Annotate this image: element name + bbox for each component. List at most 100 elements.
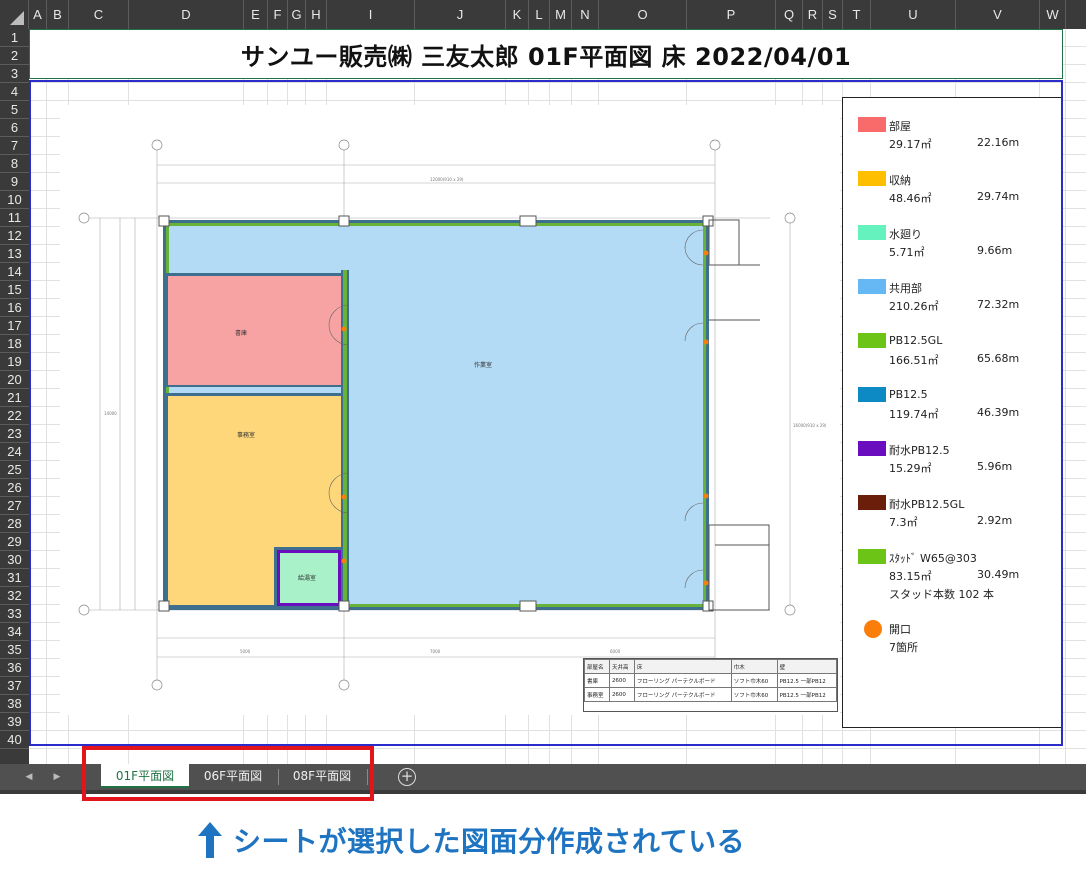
- legend-name: 水廻り: [889, 228, 922, 241]
- row-header-28[interactable]: 28: [0, 515, 29, 533]
- grid-line: [1065, 29, 1066, 764]
- legend-name: PB12.5GL: [889, 334, 943, 347]
- row-header-31[interactable]: 31: [0, 569, 29, 587]
- legend-swatch: [858, 441, 886, 456]
- column-header-w[interactable]: W: [1040, 0, 1066, 29]
- column-header-v[interactable]: V: [956, 0, 1040, 29]
- row-header-22[interactable]: 22: [0, 407, 29, 425]
- room-archive: [168, 276, 341, 385]
- row-header-20[interactable]: 20: [0, 371, 29, 389]
- next-sheet-icon[interactable]: ▶: [46, 764, 68, 790]
- floor-plan-drawing[interactable]: 12000(910 x 29) 5000 7000 6000 16000(910…: [60, 105, 840, 715]
- column-header-r[interactable]: R: [803, 0, 823, 29]
- row-header-26[interactable]: 26: [0, 479, 29, 497]
- column-header-n[interactable]: N: [572, 0, 599, 29]
- column-header-b[interactable]: B: [47, 0, 69, 29]
- row-header-4[interactable]: 4: [0, 83, 29, 101]
- row-header-18[interactable]: 18: [0, 335, 29, 353]
- column-header-t[interactable]: T: [843, 0, 871, 29]
- legend-area: 83.15㎡: [889, 570, 932, 583]
- row-header-27[interactable]: 27: [0, 497, 29, 515]
- row-header-36[interactable]: 36: [0, 659, 29, 677]
- finish-cell: フローリング パーテクルボード: [633, 673, 732, 688]
- legend-panel[interactable]: 部屋 29.17㎡ 22.16m 収納 48.46㎡ 29.74m 水廻り 5.…: [842, 97, 1062, 728]
- stud-count: スタッド本数 102 本: [889, 588, 994, 601]
- select-all-button[interactable]: [0, 0, 29, 29]
- room-label-archive: 書庫: [235, 330, 248, 337]
- column-header-s[interactable]: S: [823, 0, 843, 29]
- row-header-35[interactable]: 35: [0, 641, 29, 659]
- column-header-d[interactable]: D: [129, 0, 244, 29]
- finish-header-cell: 壁: [776, 659, 837, 674]
- column-header-o[interactable]: O: [599, 0, 687, 29]
- column-header-i[interactable]: I: [327, 0, 415, 29]
- legend-area: 48.46㎡: [889, 192, 932, 205]
- row-header-9[interactable]: 9: [0, 173, 29, 191]
- row-header-3[interactable]: 3: [0, 65, 29, 83]
- row-header-34[interactable]: 34: [0, 623, 29, 641]
- add-sheet-icon[interactable]: +: [398, 768, 416, 786]
- column-header-c[interactable]: C: [69, 0, 129, 29]
- title-cell[interactable]: サンユー販売㈱ 三友太郎 01F平面図 床 2022/04/01: [29, 29, 1063, 79]
- row-header-1[interactable]: 1: [0, 29, 29, 47]
- row-header-38[interactable]: 38: [0, 695, 29, 713]
- row-header-5[interactable]: 5: [0, 101, 29, 119]
- prev-sheet-icon[interactable]: ◀: [18, 764, 40, 790]
- finish-cell: PB12.5 一部PB12: [776, 687, 837, 702]
- row-header-17[interactable]: 17: [0, 317, 29, 335]
- legend-length: 72.32m: [977, 298, 1020, 311]
- legend-length: 5.96m: [977, 460, 1013, 473]
- tab-highlight-box: [82, 746, 374, 801]
- row-header-15[interactable]: 15: [0, 281, 29, 299]
- column-header-u[interactable]: U: [871, 0, 956, 29]
- column-header-k[interactable]: K: [506, 0, 529, 29]
- opening-dot-icon: [864, 620, 882, 638]
- column-header-h[interactable]: H: [306, 0, 327, 29]
- row-header-24[interactable]: 24: [0, 443, 29, 461]
- row-header-2[interactable]: 2: [0, 47, 29, 65]
- legend-name: 共用部: [889, 282, 922, 295]
- row-header-39[interactable]: 39: [0, 713, 29, 731]
- row-header-40[interactable]: 40: [0, 731, 29, 749]
- row-header-33[interactable]: 33: [0, 605, 29, 623]
- finish-header-cell: 巾木: [730, 659, 778, 674]
- legend-area: 5.71㎡: [889, 246, 925, 259]
- column-header-g[interactable]: G: [288, 0, 306, 29]
- svg-text:12000(910 x 29): 12000(910 x 29): [430, 177, 464, 182]
- column-header-a[interactable]: A: [29, 0, 47, 29]
- row-header-11[interactable]: 11: [0, 209, 29, 227]
- legend-length: 22.16m: [977, 136, 1020, 149]
- legend-swatch: [858, 387, 886, 402]
- row-header-37[interactable]: 37: [0, 677, 29, 695]
- legend-area: 29.17㎡: [889, 138, 932, 151]
- column-header-e[interactable]: E: [244, 0, 268, 29]
- spreadsheet-view: ABCDEFGHIJKLMNOPQRSTUVW 1 2 3 4 5 6 7 8 9 10 11 12 1…: [0, 0, 1086, 764]
- row-header-32[interactable]: 32: [0, 587, 29, 605]
- svg-text:5000: 5000: [240, 649, 251, 654]
- row-header-25[interactable]: 25: [0, 461, 29, 479]
- row-header-10[interactable]: 10: [0, 191, 29, 209]
- row-header-8[interactable]: 8: [0, 155, 29, 173]
- row-header-30[interactable]: 30: [0, 551, 29, 569]
- row-header-16[interactable]: 16: [0, 299, 29, 317]
- row-header-29[interactable]: 29: [0, 533, 29, 551]
- finish-table-row: 事務室 2600 フローリング パーテクルボード ソフト巾木60 PB12.5 …: [584, 687, 837, 702]
- row-header-13[interactable]: 13: [0, 245, 29, 263]
- legend-swatch: [858, 171, 886, 186]
- column-header-j[interactable]: J: [415, 0, 506, 29]
- column-header-p[interactable]: P: [687, 0, 776, 29]
- svg-text:6000: 6000: [610, 649, 621, 654]
- row-header-7[interactable]: 7: [0, 137, 29, 155]
- row-header-12[interactable]: 12: [0, 227, 29, 245]
- floor-plan-svg: 12000(910 x 29) 5000 7000 6000 16000(910…: [78, 139, 827, 691]
- row-header-14[interactable]: 14: [0, 263, 29, 281]
- column-header-m[interactable]: M: [550, 0, 572, 29]
- row-header-23[interactable]: 23: [0, 425, 29, 443]
- legend-swatch: [858, 279, 886, 294]
- column-header-f[interactable]: F: [268, 0, 288, 29]
- row-header-19[interactable]: 19: [0, 353, 29, 371]
- row-header-6[interactable]: 6: [0, 119, 29, 137]
- column-header-l[interactable]: L: [529, 0, 550, 29]
- column-header-q[interactable]: Q: [776, 0, 803, 29]
- row-header-21[interactable]: 21: [0, 389, 29, 407]
